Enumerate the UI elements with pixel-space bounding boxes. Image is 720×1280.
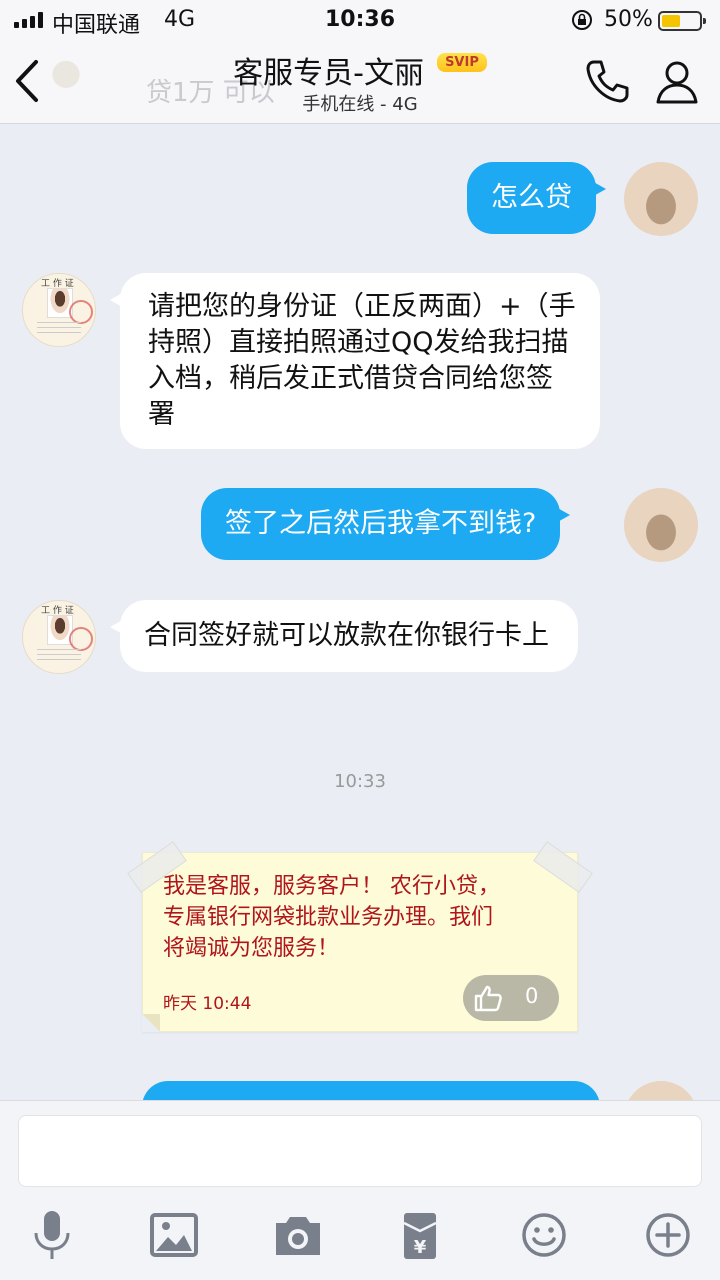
status-bar: 中国联通 4G 10:36 50% xyxy=(0,0,720,40)
tape-decoration xyxy=(533,841,593,893)
note-card-timestamp: 昨天 10:44 xyxy=(163,994,252,1014)
agent-avatar[interactable]: 工 作 证 xyxy=(22,600,96,674)
message-bubble-incoming[interactable]: 请把您的身份证（正反两面）+（手持照）直接拍照通过QQ发给我扫描入档，稍后发正式… xyxy=(110,273,600,449)
message-bubble-outgoing[interactable]: 签了之后然后我拿不到钱? xyxy=(201,488,571,560)
page-curl-decoration xyxy=(142,1014,160,1032)
red-packet-button[interactable]: ¥ xyxy=(392,1209,448,1261)
red-packet-icon: ¥ xyxy=(403,1213,437,1259)
input-area: ¥ xyxy=(0,1100,720,1280)
profile-icon[interactable] xyxy=(652,56,702,106)
message-bubble-outgoing[interactable] xyxy=(142,1081,610,1100)
svip-badge: SVIP xyxy=(437,52,487,72)
note-card-message[interactable]: 我是客服，服务客户！ 农行小贷，专属银行网袋批款业务办理。我们将竭诚为您服务！ … xyxy=(127,841,593,1032)
message-text: 请把您的身份证（正反两面）+（手持照）直接拍照通过QQ发给我扫描入档，稍后发正式… xyxy=(148,291,576,430)
svg-text:¥: ¥ xyxy=(414,1237,427,1258)
plus-icon xyxy=(646,1213,690,1257)
emoji-icon xyxy=(522,1213,566,1257)
plus-button[interactable] xyxy=(640,1209,696,1261)
chat-title[interactable]: 客服专员-文丽 xyxy=(233,48,424,92)
note-card-text: 我是客服，服务客户！ 农行小贷，专属银行网袋批款业务办理。我们将竭诚为您服务！ xyxy=(163,874,500,961)
time-separator: 10:33 xyxy=(334,771,386,792)
camera-button[interactable] xyxy=(270,1209,326,1261)
chat-message-list[interactable]: 怎么贷 工 作 证 请把您的身份证（正反两面）+（手持照）直接拍照通过QQ发给我… xyxy=(0,125,720,1100)
user-avatar[interactable] xyxy=(624,162,698,236)
battery-level-fill xyxy=(662,15,680,27)
thumbs-up-icon xyxy=(474,985,502,1012)
message-text: 怎么贷 xyxy=(491,182,572,213)
battery-percent: 50% xyxy=(604,7,653,32)
message-text: 合同签好就可以放款在你银行卡上 xyxy=(144,620,549,651)
message-input[interactable] xyxy=(18,1115,702,1187)
user-avatar[interactable] xyxy=(624,488,698,562)
message-bubble-outgoing[interactable]: 怎么贷 xyxy=(467,162,606,234)
user-avatar[interactable] xyxy=(624,1081,698,1100)
like-count: 0 xyxy=(525,984,539,1008)
emoji-button[interactable] xyxy=(516,1209,572,1261)
message-text: 签了之后然后我拿不到钱? xyxy=(225,508,537,539)
microphone-button[interactable] xyxy=(24,1209,80,1261)
battery-icon xyxy=(658,11,706,31)
camera-icon xyxy=(276,1217,320,1255)
microphone-icon xyxy=(34,1211,70,1259)
image-button[interactable] xyxy=(146,1209,202,1261)
image-icon xyxy=(150,1213,198,1257)
message-bubble-incoming[interactable]: 合同签好就可以放款在你银行卡上 xyxy=(110,600,578,672)
phone-icon[interactable] xyxy=(582,56,632,106)
chat-header: 贷1万 可以 客服专员-文丽 SVIP 手机在线 - 4G xyxy=(0,40,720,124)
like-button[interactable]: 0 xyxy=(463,975,559,1021)
rotation-lock-icon xyxy=(572,10,592,30)
agent-avatar[interactable]: 工 作 证 xyxy=(22,273,96,347)
